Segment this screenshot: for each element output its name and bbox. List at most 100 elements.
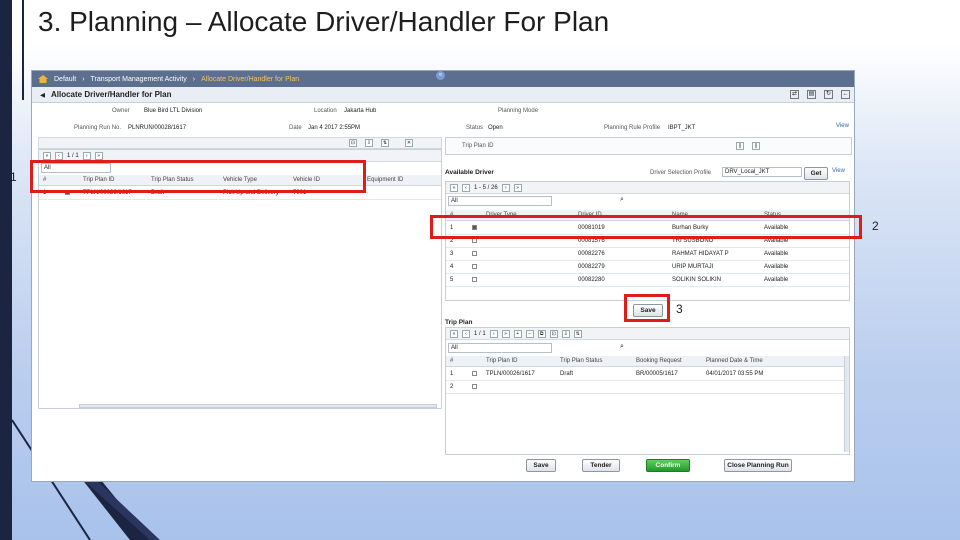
prev-page-icon[interactable]: ‹ xyxy=(462,183,470,192)
col-trip-plan-id[interactable]: Trip Plan ID xyxy=(486,358,517,364)
pdf-icon[interactable]: ⊡ xyxy=(349,139,357,147)
window-title: Allocate Driver/Handler for Plan xyxy=(51,90,172,99)
pdf-icon[interactable]: ⊡ xyxy=(549,329,558,338)
view-link[interactable]: View xyxy=(836,123,849,129)
refresh-icon[interactable]: ↻ xyxy=(824,90,833,99)
breadcrumb-default[interactable]: Default xyxy=(54,76,76,83)
trip-plan-id-label: Trip Plan ID xyxy=(462,143,494,149)
driver-filter-select[interactable]: All xyxy=(448,196,552,206)
row-trip-plan-id: TPLN/00026/1617 xyxy=(486,371,535,377)
confirm-button[interactable]: Confirm xyxy=(646,459,690,472)
row-driver-name: URIP MURTAJI xyxy=(672,264,714,270)
search-icon[interactable]: ⌕ xyxy=(620,343,624,351)
sort-icon[interactable]: ⇅ xyxy=(573,329,582,338)
chevron-right-icon: › xyxy=(192,75,196,83)
chevron-right-icon: › xyxy=(82,75,85,83)
location-label: Location xyxy=(314,108,337,114)
trip-plan-pager: « ‹ 1 / 1 › » + − ⧉ ⊡ ⇩ ⇅ xyxy=(446,328,849,340)
row-driver-status: Available xyxy=(764,264,789,270)
table-row[interactable]: 3 00082276 RAHMAT HIDAYAT P Available xyxy=(446,248,849,261)
next-page-icon[interactable]: › xyxy=(501,183,510,192)
arrow-left-icon[interactable]: ◀ xyxy=(40,91,45,99)
slide-title: 3. Planning – Allocate Driver/Handler Fo… xyxy=(38,6,610,37)
get-button[interactable]: Get xyxy=(804,167,828,180)
last-page-icon[interactable]: » xyxy=(94,151,103,160)
trip-plan-title: Trip Plan xyxy=(445,319,473,326)
next-page-icon[interactable]: › xyxy=(82,151,91,160)
search-icon[interactable]: ⌕ xyxy=(620,196,624,204)
row-driver-status: Available xyxy=(764,277,789,283)
back-icon[interactable]: ← xyxy=(841,90,850,99)
row-driver-id: 00082279 xyxy=(578,264,605,270)
left-pager-label: 1 / 1 xyxy=(67,152,79,159)
col-booking-request[interactable]: Booking Request xyxy=(636,358,682,364)
first-page-icon[interactable]: « xyxy=(450,183,458,192)
last-page-icon[interactable]: » xyxy=(501,329,510,338)
left-hscrollbar[interactable] xyxy=(79,404,437,408)
slide-left-bar xyxy=(0,0,12,540)
pause-icon-2[interactable]: ∥ xyxy=(752,142,760,150)
row-no: 3 xyxy=(450,251,454,257)
table-row[interactable]: 1 TPLN/00026/1617 Draft BR/00005/1617 04/01/… xyxy=(446,368,849,381)
callout-1: 1 xyxy=(10,170,17,184)
row-checkbox[interactable] xyxy=(472,371,477,376)
last-page-icon[interactable]: » xyxy=(513,183,522,192)
driver-view-link[interactable]: View xyxy=(832,168,845,174)
driver-profile-select[interactable]: DRV_Local_JKT xyxy=(722,167,802,177)
tender-button[interactable]: Tender xyxy=(582,459,620,472)
highlight-box-1 xyxy=(30,160,366,193)
row-checkbox[interactable] xyxy=(472,264,477,269)
row-no: 1 xyxy=(450,371,454,377)
copy-icon[interactable]: ⧉ xyxy=(537,329,546,338)
left-toolbar: ⊡ ⇩ ⇅ ✕ xyxy=(38,137,442,149)
driver-pager-label: 1 - 5 / 26 xyxy=(474,184,498,191)
available-driver-grid: « ‹ 1 - 5 / 26 › » All ⌕ # Driver Type D… xyxy=(445,181,850,301)
row-no: 2 xyxy=(450,384,454,390)
breadcrumb-current: Allocate Driver/Handler for Plan xyxy=(201,75,300,83)
row-driver-id: 00082276 xyxy=(578,251,605,257)
close-planning-run-button[interactable]: Close Planning Run xyxy=(724,459,792,472)
prev-page-icon[interactable]: ‹ xyxy=(462,329,470,338)
remove-icon[interactable]: − xyxy=(525,329,534,338)
row-checkbox[interactable] xyxy=(472,384,477,389)
export-icon[interactable]: ⇩ xyxy=(561,329,570,338)
trip-plan-bottom-grid: « ‹ 1 / 1 › » + − ⧉ ⊡ ⇩ ⇅ All ⌕ # Trip P… xyxy=(445,327,850,455)
highlight-box-2 xyxy=(430,215,862,239)
planning-run-value: PLNRUN/00028/1617 xyxy=(128,125,187,131)
trip-plan-pager-label: 1 / 1 xyxy=(474,330,486,337)
trip-plan-grid-header: # Trip Plan ID Trip Plan Status Booking … xyxy=(446,356,849,367)
table-row[interactable]: 5 00082280 SOLIKIN SOLIKIN Available xyxy=(446,274,849,287)
row-checkbox[interactable] xyxy=(472,277,477,282)
planning-mode-label: Planning Mode xyxy=(498,108,539,114)
table-row[interactable]: 4 00082279 URIP MURTAJI Available xyxy=(446,261,849,274)
save-button[interactable]: Save xyxy=(526,459,556,472)
table-row[interactable]: 2 xyxy=(446,381,849,394)
rule-profile-value: IBPT_JKT xyxy=(668,125,696,131)
sort-icon[interactable]: ⇅ xyxy=(381,139,389,147)
callout-2: 2 xyxy=(872,219,879,233)
first-page-icon[interactable]: « xyxy=(450,329,458,338)
trip-plan-vscrollbar[interactable] xyxy=(844,356,849,452)
col-planned-date[interactable]: Planned Date & Time xyxy=(706,358,763,364)
first-page-icon[interactable]: « xyxy=(43,151,51,160)
export-icon[interactable]: ⇩ xyxy=(365,139,373,147)
collapse-icon[interactable]: « xyxy=(436,71,445,80)
next-page-icon[interactable]: › xyxy=(489,329,498,338)
shuffle-icon[interactable]: ⇄ xyxy=(790,90,799,99)
row-no: 5 xyxy=(450,277,454,283)
breadcrumb-tma[interactable]: Transport Management Activity xyxy=(91,76,187,83)
owner-value: Blue Bird LTL Division xyxy=(144,108,203,114)
pause-icon[interactable]: ∥ xyxy=(736,142,744,150)
col-trip-plan-status[interactable]: Trip Plan Status xyxy=(560,358,602,364)
add-icon[interactable]: + xyxy=(513,329,522,338)
date-label: Date xyxy=(289,125,302,131)
trip-plan-filter-select[interactable]: All xyxy=(448,343,552,353)
print-icon[interactable]: ▤ xyxy=(807,90,816,99)
home-icon[interactable] xyxy=(38,75,48,83)
prev-page-icon[interactable]: ‹ xyxy=(55,151,63,160)
col-equipment-id[interactable]: Equipment ID xyxy=(367,177,403,183)
row-driver-name: RAHMAT HIDAYAT P xyxy=(672,251,729,257)
row-trip-plan-status: Draft xyxy=(560,371,574,377)
row-checkbox[interactable] xyxy=(472,251,477,256)
close-icon[interactable]: ✕ xyxy=(405,139,413,147)
